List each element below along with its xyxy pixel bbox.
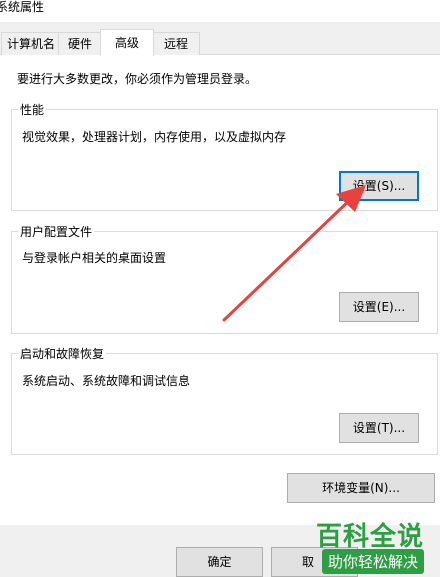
- annotation-arrow-icon: [222, 185, 366, 322]
- tab-advanced[interactable]: 高级: [100, 29, 154, 56]
- watermark-tagline: 助你轻松解决: [322, 549, 425, 574]
- watermark: 百科全说 助你轻松解决: [300, 516, 440, 577]
- watermark-brand: 百科全说: [316, 522, 425, 552]
